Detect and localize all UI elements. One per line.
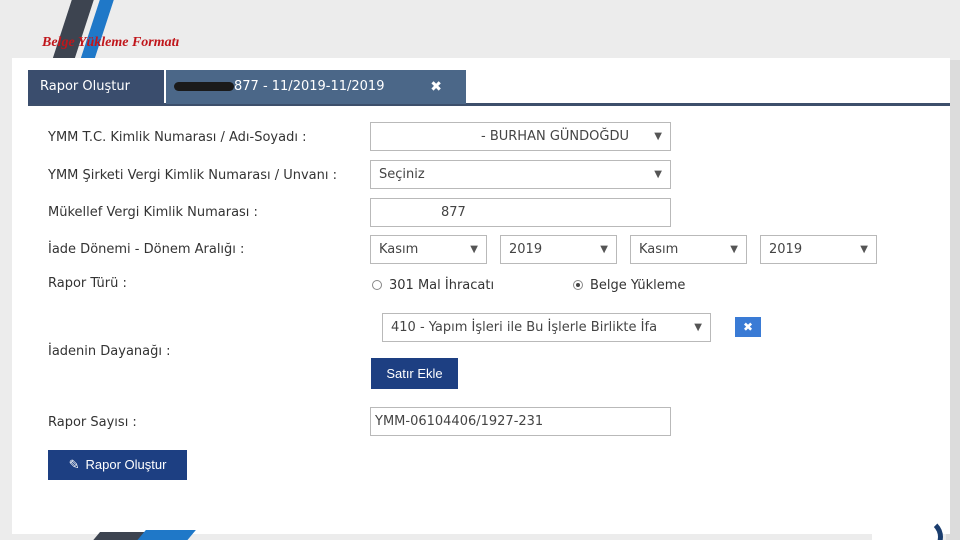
chevron-down-icon: ▼: [654, 131, 662, 142]
mukellef-label: Mükellef Vergi Kimlik Numarası :: [48, 205, 258, 220]
chevron-down-icon: ▼: [860, 244, 868, 255]
rapor-sayisi-label: Rapor Sayısı :: [48, 415, 137, 430]
close-icon: ✖: [742, 320, 754, 334]
chevron-down-icon: ▼: [600, 244, 608, 255]
tab-bar: Rapor Oluştur 877 - 11/2019-11/2019 ✖: [28, 70, 950, 106]
tab-rapor-olustur[interactable]: Rapor Oluştur: [28, 70, 164, 104]
button-label: Rapor Oluştur: [85, 457, 167, 472]
radio-label: 301 Mal İhracatı: [389, 278, 495, 293]
select-value: 2019: [509, 242, 543, 257]
rapor-olustur-button[interactable]: ✎ Rapor Oluştur: [48, 450, 187, 480]
tab-report-period[interactable]: 877 - 11/2019-11/2019 ✖: [166, 70, 466, 104]
rapor-sayisi-value: YMM-06104406/1927-231: [375, 414, 544, 429]
radio-belge-yukleme[interactable]: Belge Yükleme: [573, 278, 685, 293]
sirket-label: YMM Şirketi Vergi Kimlik Numarası / Unva…: [48, 168, 338, 183]
dayanak-select-value: 410 - Yapım İşleri ile Bu İşlerle Birlik…: [391, 320, 658, 335]
redacted-mask: [174, 82, 234, 91]
chevron-down-icon: ▼: [694, 322, 702, 333]
pencil-icon: ✎: [68, 457, 80, 472]
chevron-down-icon: ▼: [470, 244, 478, 255]
ymm-label: YMM T.C. Kimlik Numarası / Adı-Soyadı :: [48, 130, 307, 145]
dayanak-label: İadenin Dayanağı :: [48, 344, 171, 359]
radio-circle: [372, 280, 382, 290]
chevron-down-icon: ▼: [654, 169, 662, 180]
decorative-stripe-blue: [134, 530, 196, 540]
tab-label: 877 - 11/2019-11/2019: [234, 79, 385, 94]
slide-title: Belge Yükleme Formatı: [42, 35, 180, 50]
select-value: 2019: [769, 242, 803, 257]
rapor-turu-label: Rapor Türü :: [48, 276, 127, 291]
radio-mal-ihracati[interactable]: 301 Mal İhracatı: [372, 278, 494, 293]
chevron-down-icon: ▼: [730, 244, 738, 255]
tab-label: Rapor Oluştur: [40, 79, 130, 94]
radio-circle-selected: [573, 280, 583, 290]
ymm-select-value: - BURHAN GÜNDOĞDU: [481, 129, 629, 144]
ymm-select[interactable]: - BURHAN GÜNDOĞDU ▼: [370, 122, 671, 151]
select-value: Kasım: [639, 242, 679, 257]
dayanak-select[interactable]: 410 - Yapım İşleri ile Bu İşlerle Birlik…: [382, 313, 711, 342]
satir-ekle-button[interactable]: Satır Ekle: [371, 358, 458, 389]
rapor-sayisi-input[interactable]: YMM-06104406/1927-231: [370, 407, 671, 436]
donem-start-year-select[interactable]: 2019 ▼: [500, 235, 617, 264]
select-value: Kasım: [379, 242, 419, 257]
sirket-select[interactable]: Seçiniz ▼: [370, 160, 671, 189]
donem-end-year-select[interactable]: 2019 ▼: [760, 235, 877, 264]
mukellef-input[interactable]: 877: [370, 198, 671, 227]
sirket-select-value: Seçiniz: [379, 167, 425, 182]
radio-label: Belge Yükleme: [590, 278, 686, 293]
close-icon[interactable]: ✖: [430, 70, 442, 104]
report-form-panel: Rapor Oluştur 877 - 11/2019-11/2019 ✖ YM…: [12, 58, 950, 534]
donem-start-month-select[interactable]: Kasım ▼: [370, 235, 487, 264]
donem-end-month-select[interactable]: Kasım ▼: [630, 235, 747, 264]
donem-label: İade Dönemi - Dönem Aralığı :: [48, 242, 245, 257]
mukellef-input-value: 877: [441, 205, 466, 220]
remove-row-button[interactable]: ✖: [735, 317, 761, 337]
